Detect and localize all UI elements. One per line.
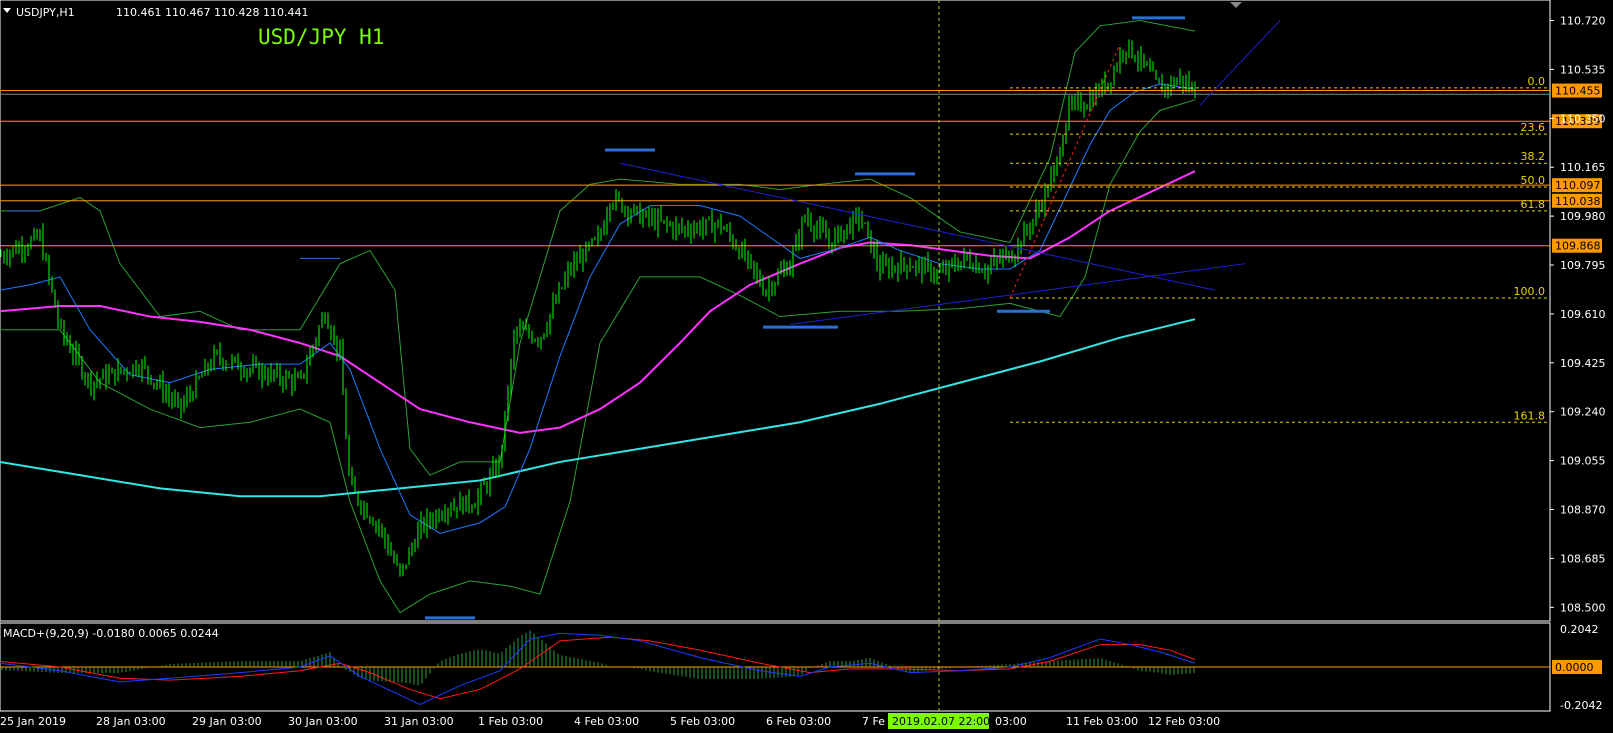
price-tick-label: 109.055 (1560, 455, 1606, 468)
time-tick-label: 31 Jan 03:00 (384, 715, 454, 728)
price-tick-label: 109.795 (1560, 259, 1606, 272)
fib-label: 61.8 (1521, 198, 1546, 211)
level-price-label: 110.038 (1555, 195, 1601, 208)
ma-fast-line (0, 83, 1196, 534)
level-price-label: 109.868 (1555, 240, 1601, 253)
price-tick-label: 110.720 (1560, 15, 1606, 28)
price-tick-label: 108.685 (1560, 552, 1606, 565)
time-tick-label: 29 Jan 03:00 (192, 715, 262, 728)
main-pane-border (0, 0, 1551, 622)
price-tick-label: 109.425 (1560, 357, 1606, 370)
trend-line (619, 162, 1216, 291)
price-tick-label: 110.165 (1560, 161, 1606, 174)
chart-title: USD/JPY H1 (258, 25, 384, 49)
fib-base-line (1009, 44, 1121, 299)
time-tick-label: 4 Feb 03:00 (574, 715, 639, 728)
macd-tick-label: 0.2042 (1560, 623, 1599, 636)
macd-tick-label: 0.0000 (1555, 661, 1594, 674)
macd-main-line (0, 632, 1196, 705)
fib-label: 38.2 (1521, 150, 1546, 163)
price-tick-label: 108.870 (1560, 504, 1606, 517)
time-tick-label: 03:00 (995, 715, 1027, 728)
macd-indicator: 0.2042 0.0000 -0.2042 (0, 623, 1602, 712)
fib-label: 23.6 (1521, 121, 1546, 134)
shift-marker-icon (1230, 2, 1242, 8)
fib-label: 0.0 (1528, 75, 1546, 88)
price-tick-label: 110.535 (1560, 63, 1606, 76)
time-tick-label: 1 Feb 03:00 (478, 715, 543, 728)
ma-mid-line (0, 170, 1196, 434)
time-tick-label: 25 Jan 2019 (0, 715, 66, 728)
time-tick-label: 11 Feb 03:00 (1066, 715, 1138, 728)
ma-slow-line (0, 318, 1196, 498)
trend-line (789, 263, 1246, 325)
macd-tick-label: -0.2042 (1560, 699, 1602, 712)
price-tick-label: 109.980 (1560, 210, 1606, 223)
price-axis: 110.720 110.535 110.350 110.165 109.980 109.7… (1550, 15, 1606, 614)
price-tick-label: 110.350 (1560, 112, 1606, 125)
bollinger-lower (0, 99, 1196, 614)
time-tick-label: 5 Feb 03:00 (670, 715, 735, 728)
chart-canvas[interactable]: 110.455110.339110.097110.038109.8680.023… (0, 0, 1613, 733)
macd-signal-line (0, 636, 1196, 700)
level-price-label: 110.455 (1555, 85, 1601, 98)
time-axis: 25 Jan 2019 28 Jan 03:00 29 Jan 03:00 30 Ja… (0, 715, 1220, 728)
time-tick-label: 12 Feb 03:00 (1148, 715, 1220, 728)
crosshair-time-label: 2019.02.07 22:00 (892, 715, 990, 728)
fib-label: 100.0 (1514, 285, 1546, 298)
drawing-lines: 110.455110.339110.097110.038109.8680.023… (0, 0, 1602, 712)
time-tick-label: 7 Fe (862, 715, 885, 728)
bollinger-bands (0, 19, 1196, 614)
macd-label: MACD+(9,20,9) -0.0180 0.0065 0.0244 (3, 627, 219, 640)
time-tick-label: 30 Jan 03:00 (288, 715, 358, 728)
fib-label: 161.8 (1514, 409, 1546, 422)
moving-averages (0, 83, 1196, 534)
trend-line (1199, 20, 1281, 106)
time-tick-label: 6 Feb 03:00 (766, 715, 831, 728)
triangle-down-icon[interactable] (3, 8, 11, 13)
level-price-label: 110.097 (1555, 179, 1601, 192)
time-tick-label: 28 Jan 03:00 (96, 715, 166, 728)
price-candles (0, 39, 1196, 577)
ohlc-values: 110.461 110.467 110.428 110.441 (116, 6, 308, 19)
symbol-info: USDJPY,H1 (16, 6, 75, 19)
fib-label: 50.0 (1521, 174, 1546, 187)
price-tick-label: 109.610 (1560, 308, 1606, 321)
price-tick-label: 108.500 (1560, 601, 1606, 614)
price-tick-label: 109.240 (1560, 406, 1606, 419)
